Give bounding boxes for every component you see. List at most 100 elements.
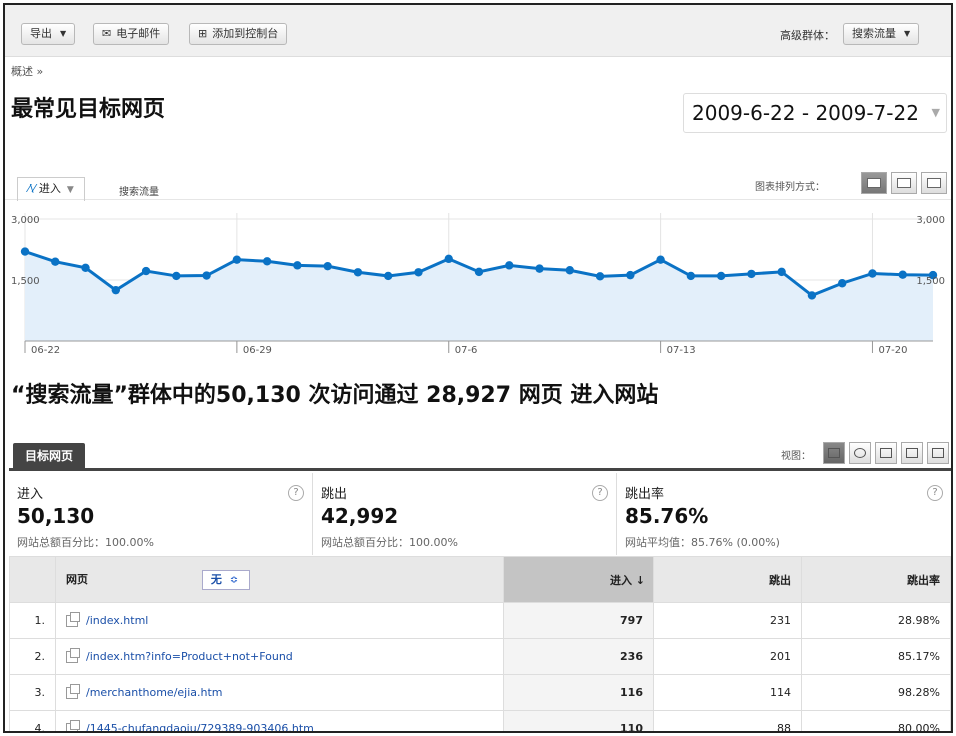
data-point <box>868 269 877 278</box>
dashboard-label: 添加到控制台 <box>212 27 279 40</box>
report-frame: 导出 ▼ ✉ 电子邮件 ⊞ 添加到控制台 高级群体： 搜索流量 ▼ 概述 » 最常见目标… <box>3 3 953 733</box>
x-tick-label: 07-13 <box>667 345 696 356</box>
breadcrumb[interactable]: 概述 » <box>11 63 43 79</box>
table-row: 2. /index.htm?info=Product+not+Found 236… <box>9 638 951 675</box>
table-view-button[interactable] <box>823 442 845 464</box>
x-tick-label: 06-22 <box>31 345 60 356</box>
secondary-dimension-select[interactable]: 无 ≎ <box>201 569 250 590</box>
graph-by-label: 图表排列方式： <box>755 182 825 193</box>
metric-entrances: 进入 50,130 网站总额百分比：100.00% ? <box>9 473 313 555</box>
chart-svg: 3,000 3,000 1,500 1,500 06-22 06-29 07-6 07-13 0… <box>5 199 951 356</box>
metric-subtext: 网站总额百分比：100.00% <box>17 536 154 549</box>
data-point <box>777 267 786 277</box>
email-label: 电子邮件 <box>116 27 161 40</box>
page-link[interactable]: /index.htm?info=Product+not+Found <box>86 650 293 663</box>
bounces-column-header[interactable]: 跳出 <box>653 556 802 603</box>
data-point <box>505 261 514 270</box>
page-cell: /index.htm?info=Product+not+Found <box>55 638 504 675</box>
graph-by-week-button[interactable] <box>891 172 917 194</box>
row-index: 2. <box>9 638 56 675</box>
export-button[interactable]: 导出 ▼ <box>21 23 76 45</box>
comparison-view-button[interactable] <box>901 442 923 464</box>
page-column-header[interactable]: 网页 无 ≎ <box>55 556 504 603</box>
y-tick-label-right: 3,000 <box>916 215 945 226</box>
y-tick-label-right: 1,500 <box>916 276 945 287</box>
metric-summary: 进入 50,130 网站总额百分比：100.00% ? 跳出 42,992 网站… <box>9 473 951 555</box>
data-point <box>293 261 302 270</box>
add-to-dashboard-button[interactable]: ⊞ 添加到控制台 <box>189 23 288 45</box>
landing-pages-table: 网页 无 ≎ 进入 ↓ 跳出 跳出率 1. /index.html 797 231… <box>9 556 951 731</box>
page-header-label: 网页 <box>66 572 88 586</box>
pivot-view-button[interactable] <box>927 442 949 464</box>
data-point <box>353 268 363 277</box>
metric-bounce-rate: 跳出率 85.76% 网站平均值：85.76% (0.00%) ? <box>617 473 951 555</box>
page-cell: /index.html <box>55 602 504 639</box>
graph-metric-label: 进入 <box>38 182 61 195</box>
graph-by-month-button[interactable] <box>921 172 947 194</box>
metric-label: 跳出 <box>321 487 348 502</box>
graph-metric-select[interactable]: ⁄\⁄ 进入 ▼ <box>17 177 85 201</box>
entrances-cell: 797 <box>503 602 654 639</box>
entrances-cell: 236 <box>503 638 654 675</box>
data-point <box>595 272 605 281</box>
data-point <box>626 270 635 280</box>
data-point <box>20 247 30 256</box>
chevron-down-icon: ▼ <box>66 185 74 195</box>
data-point <box>81 263 90 272</box>
data-point <box>414 268 423 277</box>
page-cell: /merchanthome/ejia.htm <box>55 674 504 711</box>
segment-value: 搜索流量 <box>852 27 896 40</box>
month-view-icon <box>927 178 941 188</box>
data-point <box>202 271 211 280</box>
data-point <box>807 291 817 300</box>
compare-segment-label: 搜索流量 <box>119 187 159 198</box>
x-tick-label: 07-6 <box>455 345 478 356</box>
area-fill <box>25 251 933 341</box>
bounce-rate-column-header[interactable]: 跳出率 <box>801 556 951 603</box>
secondary-dimension-value: 无 <box>210 572 222 586</box>
open-page-icon[interactable] <box>66 648 80 663</box>
help-icon[interactable]: ? <box>288 485 304 501</box>
chevron-updown-icon: ≎ <box>229 574 239 586</box>
comparison-icon <box>906 448 918 458</box>
data-point <box>51 257 60 266</box>
metric-value: 85.76% <box>625 504 709 528</box>
entrances-chart: 3,000 3,000 1,500 1,500 06-22 06-29 07-6 07-13 0… <box>5 199 951 359</box>
tab-landing-pages[interactable]: 目标网页 <box>13 443 86 469</box>
data-point <box>141 266 151 276</box>
graph-by-day-button[interactable] <box>861 172 887 194</box>
data-point <box>838 279 847 288</box>
bounces-cell: 231 <box>653 602 802 639</box>
help-icon[interactable]: ? <box>927 485 943 501</box>
table-row: 3. /merchanthome/ejia.htm 116 114 98.28% <box>9 674 951 711</box>
page-cell: /1445-chufangdaoju/729389-903406.htm <box>55 710 504 731</box>
bounces-cell: 88 <box>653 710 802 731</box>
page-link[interactable]: /merchanthome/ejia.htm <box>86 686 223 699</box>
envelope-icon: ✉ <box>102 27 112 40</box>
data-point <box>111 285 121 295</box>
data-point <box>565 266 574 275</box>
export-label: 导出 <box>30 27 52 40</box>
pie-view-button[interactable] <box>849 442 871 464</box>
open-page-icon[interactable] <box>66 684 80 699</box>
performance-view-button[interactable] <box>875 442 897 464</box>
data-point <box>716 271 726 281</box>
chevron-down-icon: ▼ <box>931 106 940 119</box>
entrances-column-header[interactable]: 进入 ↓ <box>503 556 654 603</box>
data-point <box>232 255 242 264</box>
open-page-icon[interactable] <box>66 720 80 731</box>
open-page-icon[interactable] <box>66 612 80 627</box>
help-icon[interactable]: ? <box>592 485 608 501</box>
data-point <box>686 271 696 281</box>
data-point <box>262 257 272 266</box>
page-link[interactable]: /index.html <box>86 614 148 627</box>
metric-label: 跳出率 <box>625 487 665 502</box>
data-point <box>747 269 756 279</box>
page-link[interactable]: /1445-chufangdaoju/729389-903406.htm <box>86 722 314 731</box>
email-button[interactable]: ✉ 电子邮件 <box>93 23 170 45</box>
date-range-picker[interactable]: 2009-6-22 - 2009-7-22 ▼ <box>683 93 947 133</box>
bounce-rate-cell: 85.17% <box>801 638 951 675</box>
date-range-text: 2009-6-22 - 2009-7-22 <box>692 101 919 125</box>
bounce-rate-cell: 80.00% <box>801 710 951 731</box>
segment-select[interactable]: 搜索流量 ▼ <box>843 23 920 45</box>
